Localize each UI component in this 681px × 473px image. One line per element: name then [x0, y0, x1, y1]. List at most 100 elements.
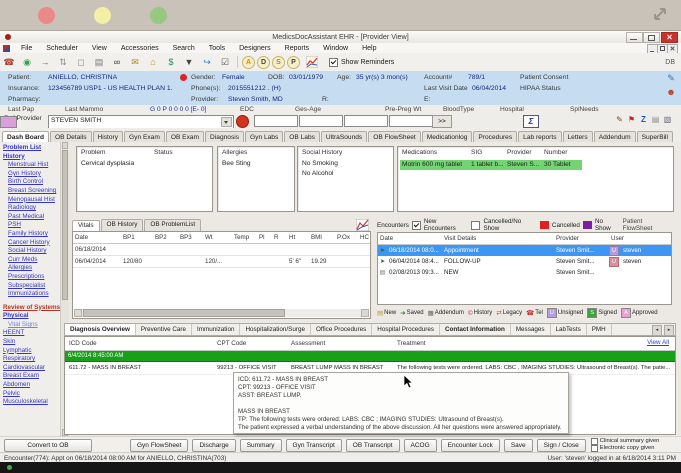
toolbar-letter-button[interactable]: P	[287, 55, 300, 69]
quick-field-2[interactable]	[299, 115, 343, 127]
scroll-thumb[interactable]	[83, 309, 285, 317]
action-button[interactable]: ACOG	[403, 438, 437, 452]
convert-to-ob-button[interactable]: Convert to OB	[4, 438, 92, 452]
encounter-row[interactable]: ➤ 06/18/2014 08:0... Appointment Steven …	[378, 245, 671, 256]
main-tab[interactable]: Gyn Labs	[245, 131, 284, 142]
scroll-up-icon[interactable]	[62, 142, 68, 149]
main-tab[interactable]: SuperBill	[636, 131, 673, 142]
main-tab[interactable]: Gyn Exam	[124, 131, 165, 142]
toolbar-letter-button[interactable]: A	[242, 55, 255, 69]
toolbar-letter-button[interactable]: D	[257, 55, 270, 69]
menu-item[interactable]: Accessories	[114, 45, 166, 52]
sidebar-item[interactable]: Physical	[3, 312, 60, 321]
menu-item[interactable]: View	[85, 45, 114, 52]
diagnosis-tab[interactable]: Hospital Procedures	[372, 324, 440, 335]
diagnosis-tab[interactable]: Messages	[511, 324, 551, 335]
action-button[interactable]: Sign / Close	[536, 438, 586, 452]
social-row[interactable]: No Alcohol	[302, 170, 334, 177]
social-row[interactable]: No Smoking	[302, 160, 338, 167]
action-button[interactable]: Discharge	[192, 438, 236, 452]
action-button[interactable]: Encounter Lock	[440, 438, 500, 452]
new-encounters-checkbox[interactable]	[411, 220, 421, 230]
sidebar-item[interactable]: Breast Exam	[3, 372, 60, 381]
export-icon[interactable]: ▧	[662, 115, 673, 124]
toolbar-icon[interactable]: →	[37, 54, 53, 70]
view-all-link[interactable]: View All	[647, 339, 669, 346]
menu-item[interactable]: File	[14, 45, 39, 52]
hipaa-status-label[interactable]: HIPAA Status	[520, 85, 561, 92]
clinical-summary-checkbox[interactable]	[590, 438, 598, 445]
sidebar-item[interactable]: Lymphatic	[3, 347, 60, 356]
main-tab[interactable]: Medicationlog	[421, 131, 473, 142]
toolbar-letter-button[interactable]: S	[272, 55, 285, 69]
show-reminders-checkbox[interactable]	[329, 57, 338, 67]
sidebar-item[interactable]: Cancer History	[3, 239, 60, 248]
toolbar-icon[interactable]: ✉	[127, 54, 143, 70]
sidebar-item[interactable]: Family History	[3, 230, 60, 239]
encounter-date-row[interactable]: 6/4/2014 8:45:00 AM	[65, 351, 675, 362]
sidebar-item[interactable]: Past Medical	[3, 213, 60, 222]
main-tab[interactable]: History	[92, 131, 124, 142]
scroll-right-icon[interactable]: ▸	[664, 325, 674, 336]
sidebar-item[interactable]: Review of Systems	[3, 304, 60, 313]
main-tab[interactable]: Letters	[562, 131, 593, 142]
chart-icon[interactable]	[304, 54, 320, 70]
menu-item[interactable]: Designers	[232, 45, 278, 52]
scroll-right-icon[interactable]	[361, 309, 369, 317]
vitals-row[interactable]: 06/18/2014	[73, 244, 370, 256]
sleep-icon[interactable]: Z	[638, 115, 649, 124]
toolbar-icon[interactable]: ⌂	[145, 54, 161, 70]
more-button[interactable]: >>	[432, 115, 452, 128]
sidebar-item[interactable]: Respiratory	[3, 355, 60, 364]
sidebar-item[interactable]: Curr Meds	[3, 256, 60, 265]
sidebar-item[interactable]: Social History	[3, 247, 60, 256]
menu-item[interactable]: Tools	[202, 45, 232, 52]
sidebar-item[interactable]: Immunizations	[3, 290, 60, 299]
quick-field-4[interactable]	[389, 115, 433, 127]
sidebar-item[interactable]: Radiology	[3, 204, 60, 213]
sidebar-item[interactable]: Skin	[3, 338, 60, 347]
chevron-down-icon[interactable]	[221, 117, 232, 127]
sidebar-item[interactable]: Musculoskeletal	[3, 398, 60, 407]
maximize-button[interactable]	[643, 32, 660, 43]
color-swatch[interactable]	[0, 116, 17, 128]
patient-flowsheet-link[interactable]: Patient FlowSheet	[623, 218, 672, 232]
close-button[interactable]	[661, 32, 678, 43]
fullscreen-expand-icon[interactable]	[651, 5, 669, 23]
diagnosis-tab[interactable]: Preventive Care	[136, 324, 193, 335]
menu-item[interactable]: Scheduler	[39, 45, 85, 52]
sidebar-item[interactable]: HEENT	[3, 329, 60, 338]
sidebar-item[interactable]: Menopausal Hist	[3, 196, 60, 205]
sidebar-item[interactable]: Abdomen	[3, 381, 60, 390]
traffic-light-minimize[interactable]	[94, 7, 111, 24]
vitals-tab[interactable]: OB History	[100, 219, 144, 231]
action-button[interactable]: OB Transcript	[345, 438, 400, 452]
vitals-tab[interactable]: OB ProblemList	[144, 219, 202, 231]
toolbar-icon[interactable]: ∞	[109, 54, 125, 70]
main-tab[interactable]: Procedures	[473, 131, 518, 142]
sidebar-item[interactable]: Pelvic	[3, 390, 60, 399]
toolbar-icon[interactable]: ▤	[91, 54, 107, 70]
signature-icon[interactable]: ✎	[665, 73, 677, 84]
sigma-button[interactable]: Σ	[523, 115, 539, 128]
menu-item[interactable]: Reports	[278, 45, 317, 52]
patient-alert-icon[interactable]	[180, 74, 187, 81]
sidebar-item[interactable]: History	[3, 153, 60, 162]
vitals-row[interactable]: 06/04/2014120/80120/...5' 6"19.29Breas	[73, 256, 370, 268]
sidebar-item[interactable]: Breast Screening	[3, 187, 60, 196]
diagnosis-tab[interactable]: Contact Information	[440, 324, 511, 335]
action-button[interactable]: Gyn FlowSheet	[130, 438, 189, 452]
sidebar-item[interactable]: Prescriptions	[3, 273, 60, 282]
traffic-light-zoom[interactable]	[150, 7, 167, 24]
diagnosis-tab[interactable]: Immunization	[192, 324, 241, 335]
medication-row[interactable]: Motrin 600 mg tablet 1 tablet b... Steve…	[400, 160, 582, 170]
menu-item[interactable]: Help	[355, 45, 383, 52]
minimize-button[interactable]	[626, 32, 643, 43]
sidebar-scroll-thumb[interactable]	[62, 150, 68, 300]
form-icon[interactable]: ▤	[650, 115, 661, 124]
diagnosis-tab[interactable]: Diagnosis Overview	[65, 324, 136, 335]
sidebar-item[interactable]: Subspecialist	[3, 282, 60, 291]
toolbar-icon[interactable]: ☑	[217, 54, 233, 70]
encounter-row[interactable]: ▤ 02/08/2013 09:3... NEW Steven Smit...	[378, 267, 671, 278]
sidebar-item[interactable]: Vital Signs	[3, 321, 60, 330]
